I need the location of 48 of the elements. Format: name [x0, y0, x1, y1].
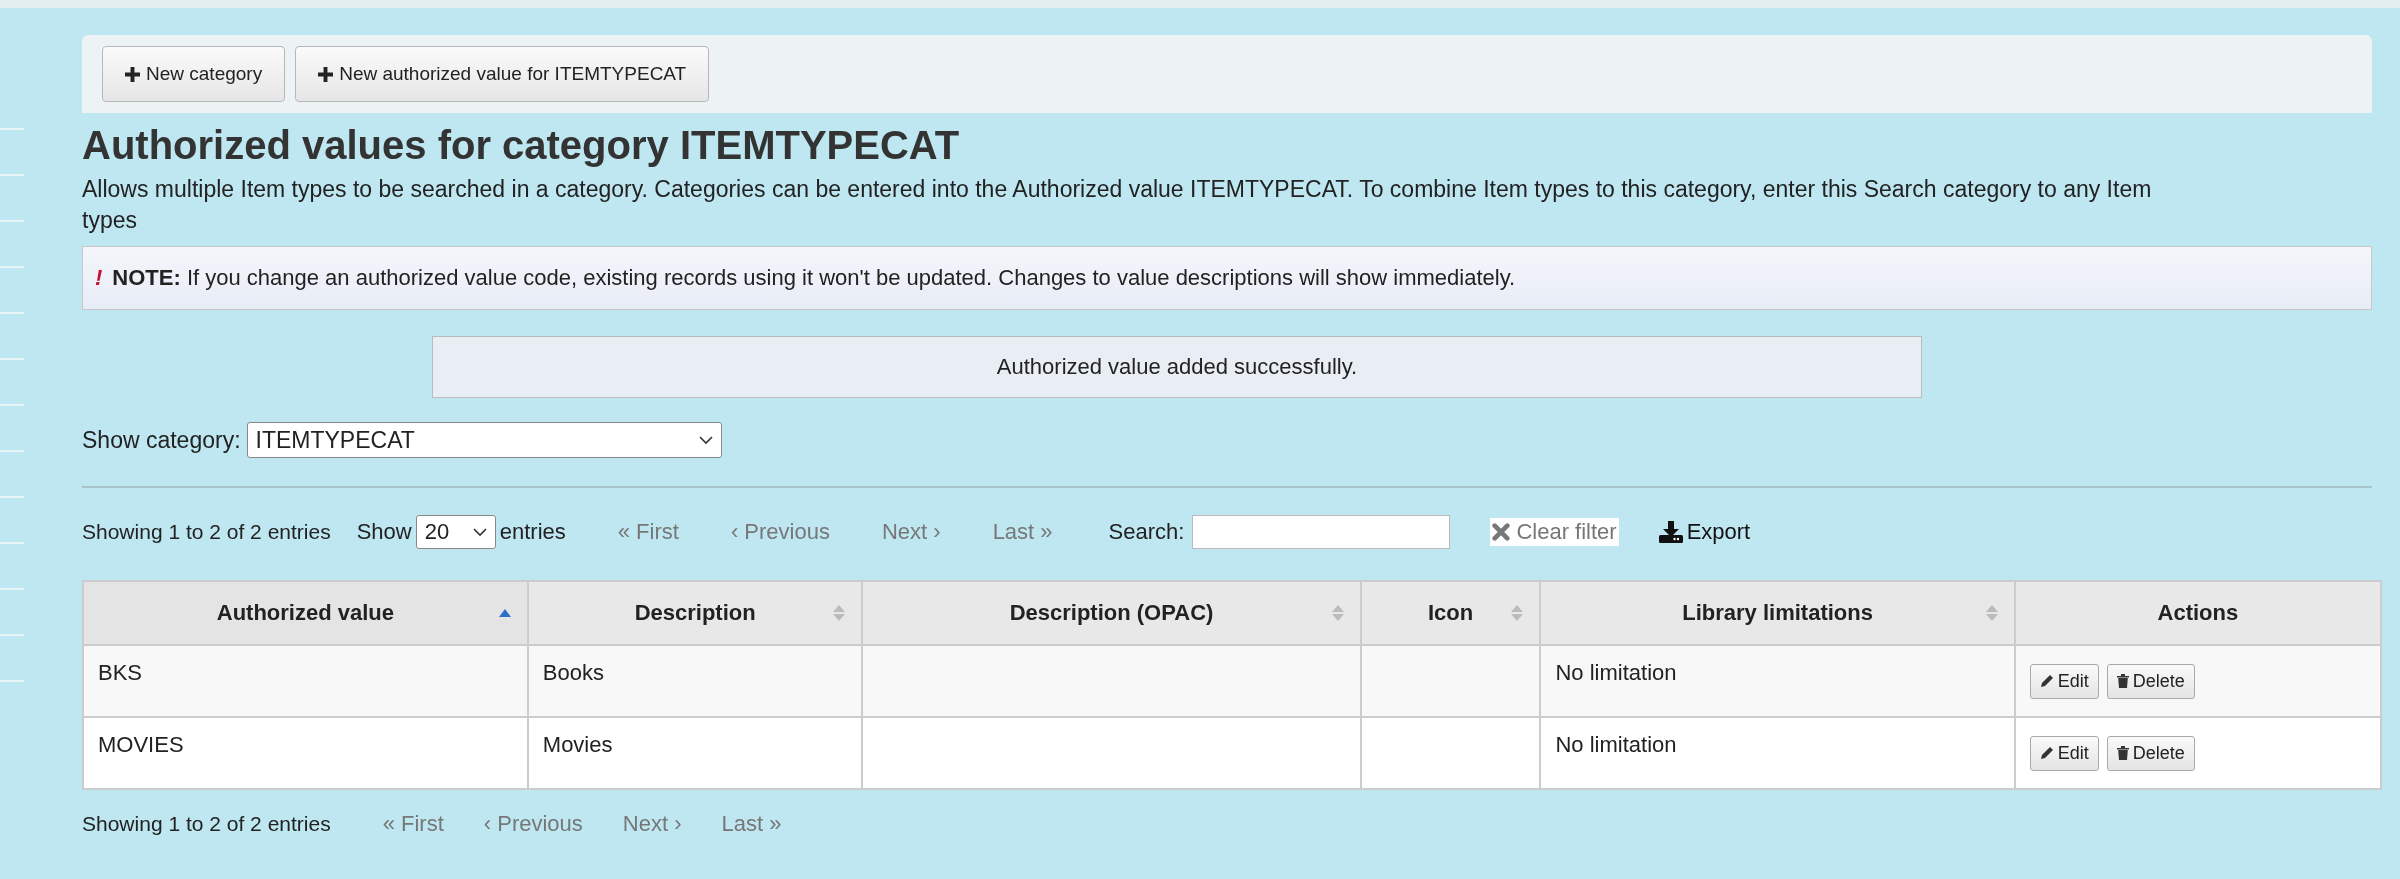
plus-icon [318, 66, 334, 82]
success-message: Authorized value added successfully. [432, 336, 1922, 398]
pencil-icon [2039, 746, 2054, 760]
export-link[interactable]: Export [1658, 519, 1751, 545]
page-title: Authorized values for category ITEMTYPECAT [82, 123, 961, 168]
column-header[interactable]: Authorized value [83, 581, 528, 645]
entries-info: Showing 1 to 2 of 2 entries [82, 520, 331, 544]
category-label: Show category: [82, 426, 241, 454]
search-field[interactable] [1192, 515, 1451, 549]
table-cell: No limitation [1540, 645, 2015, 717]
column-header[interactable]: Icon [1360, 581, 1541, 645]
page-size-select[interactable]: 20 [415, 515, 496, 549]
show-label: Show [356, 519, 412, 545]
close-icon [1492, 523, 1511, 541]
table-cell: BKS [83, 645, 528, 717]
entries-label: entries [499, 519, 566, 545]
chevron-icon [698, 435, 713, 445]
column-header[interactable]: Description [527, 581, 863, 645]
trash-icon [2116, 746, 2129, 760]
entries-info: Showing 1 to 2 of 2 entries [82, 812, 331, 836]
exclamation-icon: ! [95, 265, 103, 291]
plus-icon [125, 66, 140, 82]
download-icon [1658, 521, 1683, 543]
sort-icon [1511, 605, 1524, 621]
delete-button[interactable]: Delete [2106, 735, 2195, 771]
sort-ascending-icon [498, 609, 511, 617]
delete-button[interactable]: Delete [2106, 663, 2195, 699]
new-button[interactable]: New category [102, 46, 286, 102]
search-label: Search: [1108, 519, 1185, 545]
column-header[interactable]: Description (OPAC) [862, 581, 1361, 645]
column-header: Actions [2014, 581, 2381, 645]
category-select[interactable]: ITEMTYPECAT [246, 422, 722, 458]
table-cell: MOVIES [83, 717, 528, 789]
sort-icon [1985, 605, 1998, 621]
new-button[interactable]: New authorized value for ITEMTYPECAT [295, 46, 710, 102]
table-cell: Books [527, 645, 863, 717]
sort-icon [1331, 605, 1344, 621]
table-cell: Movies [527, 717, 863, 789]
edit-button[interactable]: Edit [2029, 735, 2099, 771]
trash-icon [2116, 674, 2129, 688]
pencil-icon [2039, 674, 2054, 688]
chevron-icon [472, 527, 487, 537]
note-text: NOTE: If you change an authorized value code, existing records using it won't be updated. Changes to value descriptions will show immediately. [112, 265, 1516, 291]
table-cell: No limitation [1540, 717, 2015, 789]
sort-icon [833, 605, 846, 621]
column-header[interactable]: Library limitations [1540, 581, 2015, 645]
edit-button[interactable]: Edit [2029, 663, 2099, 699]
description-text: Allows multiple Item types to be searched in a category. Categories can be entered into the Authorized value ITEMTYPECAT. To combine Item types to this category, enter this Search category to any Item types [82, 175, 2153, 235]
